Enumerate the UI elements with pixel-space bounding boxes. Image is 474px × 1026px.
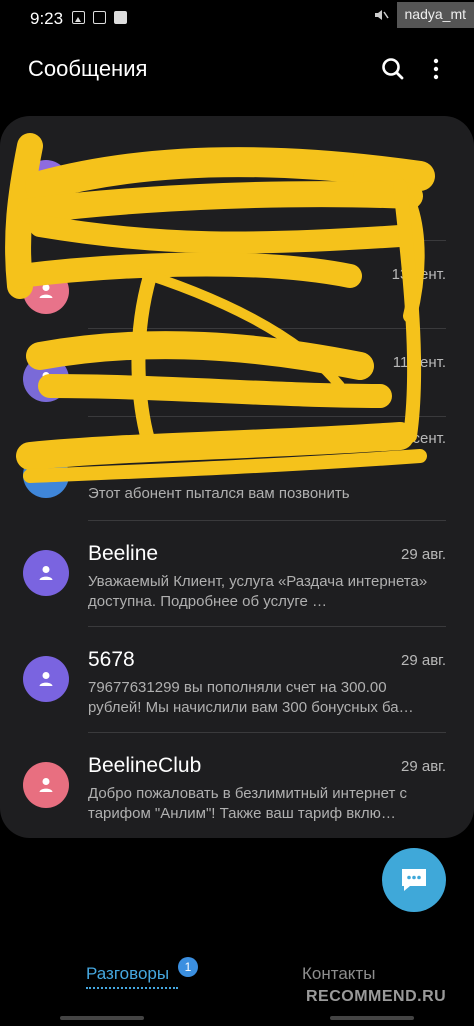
divider <box>88 732 446 733</box>
conversation-preview: Добро пожаловать в безлимитный интернет … <box>88 785 408 822</box>
divider <box>88 328 446 329</box>
conversation-date: 7 сент. <box>399 430 446 447</box>
more-options-button[interactable] <box>426 56 446 82</box>
avatar <box>23 762 69 808</box>
search-icon <box>382 58 404 80</box>
conversation-name: BeelineClub <box>88 754 202 777</box>
conversation-item[interactable]: 7 сент. Этот абонент пытался вам позвони… <box>0 416 474 522</box>
conversation-date: 13 сент. <box>391 266 446 283</box>
page-title: Сообщения <box>28 56 148 81</box>
avatar <box>23 550 69 596</box>
avatar <box>23 656 69 702</box>
divider <box>88 416 446 417</box>
person-icon <box>39 284 53 298</box>
person-icon <box>39 778 53 792</box>
divider <box>88 240 446 241</box>
conversation-date: 29 авг. <box>401 546 446 563</box>
app-header: Сообщения <box>0 50 474 90</box>
status-icons <box>72 11 127 24</box>
conversation-item[interactable]: BeelineClub 29 авг. Добро пожаловать в б… <box>0 732 474 838</box>
person-icon <box>39 176 53 190</box>
chat-icon <box>402 869 426 891</box>
notification-icon <box>93 11 106 24</box>
conversation-date: 11 сент. <box>392 354 446 371</box>
image-icon <box>72 11 85 24</box>
person-icon <box>39 372 53 386</box>
divider <box>88 520 446 521</box>
person-icon <box>39 566 53 580</box>
status-right: nadya_mt <box>373 0 474 30</box>
avatar <box>23 356 69 402</box>
conversation-preview: Этот абонент пытался вам позвонить <box>88 485 350 502</box>
tab-contacts[interactable]: Контакты <box>302 964 375 984</box>
conversation-preview: Уважаемый Клиент, услуга «Раздача интерн… <box>88 573 428 610</box>
conversation-item[interactable]: Beeline 29 авг. Уважаемый Клиент, услуга… <box>0 520 474 626</box>
search-button[interactable] <box>380 56 406 82</box>
person-icon <box>39 468 53 482</box>
more-icon <box>433 58 439 80</box>
unread-badge: 1 <box>178 957 198 977</box>
avatar <box>23 452 69 498</box>
conversation-name: 5678 <box>88 648 135 671</box>
conversation-item[interactable] <box>0 116 474 222</box>
divider <box>88 626 446 627</box>
watermark-username: nadya_mt <box>396 2 474 28</box>
tab-conversations[interactable]: Разговоры <box>86 964 169 984</box>
status-time: 9:23 <box>30 9 64 28</box>
system-nav-back[interactable] <box>60 1016 144 1020</box>
conversation-date: 29 авг. <box>401 652 446 669</box>
status-bar: 9:23 nadya_mt <box>0 0 474 36</box>
compose-button[interactable] <box>382 848 446 912</box>
active-tab-indicator <box>86 987 178 989</box>
conversation-preview: 79677631299 вы пополняли счет на 300.00 … <box>88 679 414 716</box>
check-icon <box>114 11 127 24</box>
conversation-list: 13 сент. 11 сент. 7 сент. Этот абонент п… <box>0 116 474 838</box>
watermark-site: RECOMMEND.RU <box>306 988 447 1005</box>
person-icon <box>39 672 53 686</box>
conversation-name: Beeline <box>88 542 159 565</box>
mute-icon <box>373 7 389 23</box>
avatar <box>23 268 69 314</box>
conversation-date: 29 авг. <box>401 758 446 775</box>
avatar <box>23 160 69 206</box>
conversation-item[interactable]: 5678 29 авг. 79677631299 вы пополняли сч… <box>0 626 474 732</box>
system-nav-recent[interactable] <box>330 1016 414 1020</box>
